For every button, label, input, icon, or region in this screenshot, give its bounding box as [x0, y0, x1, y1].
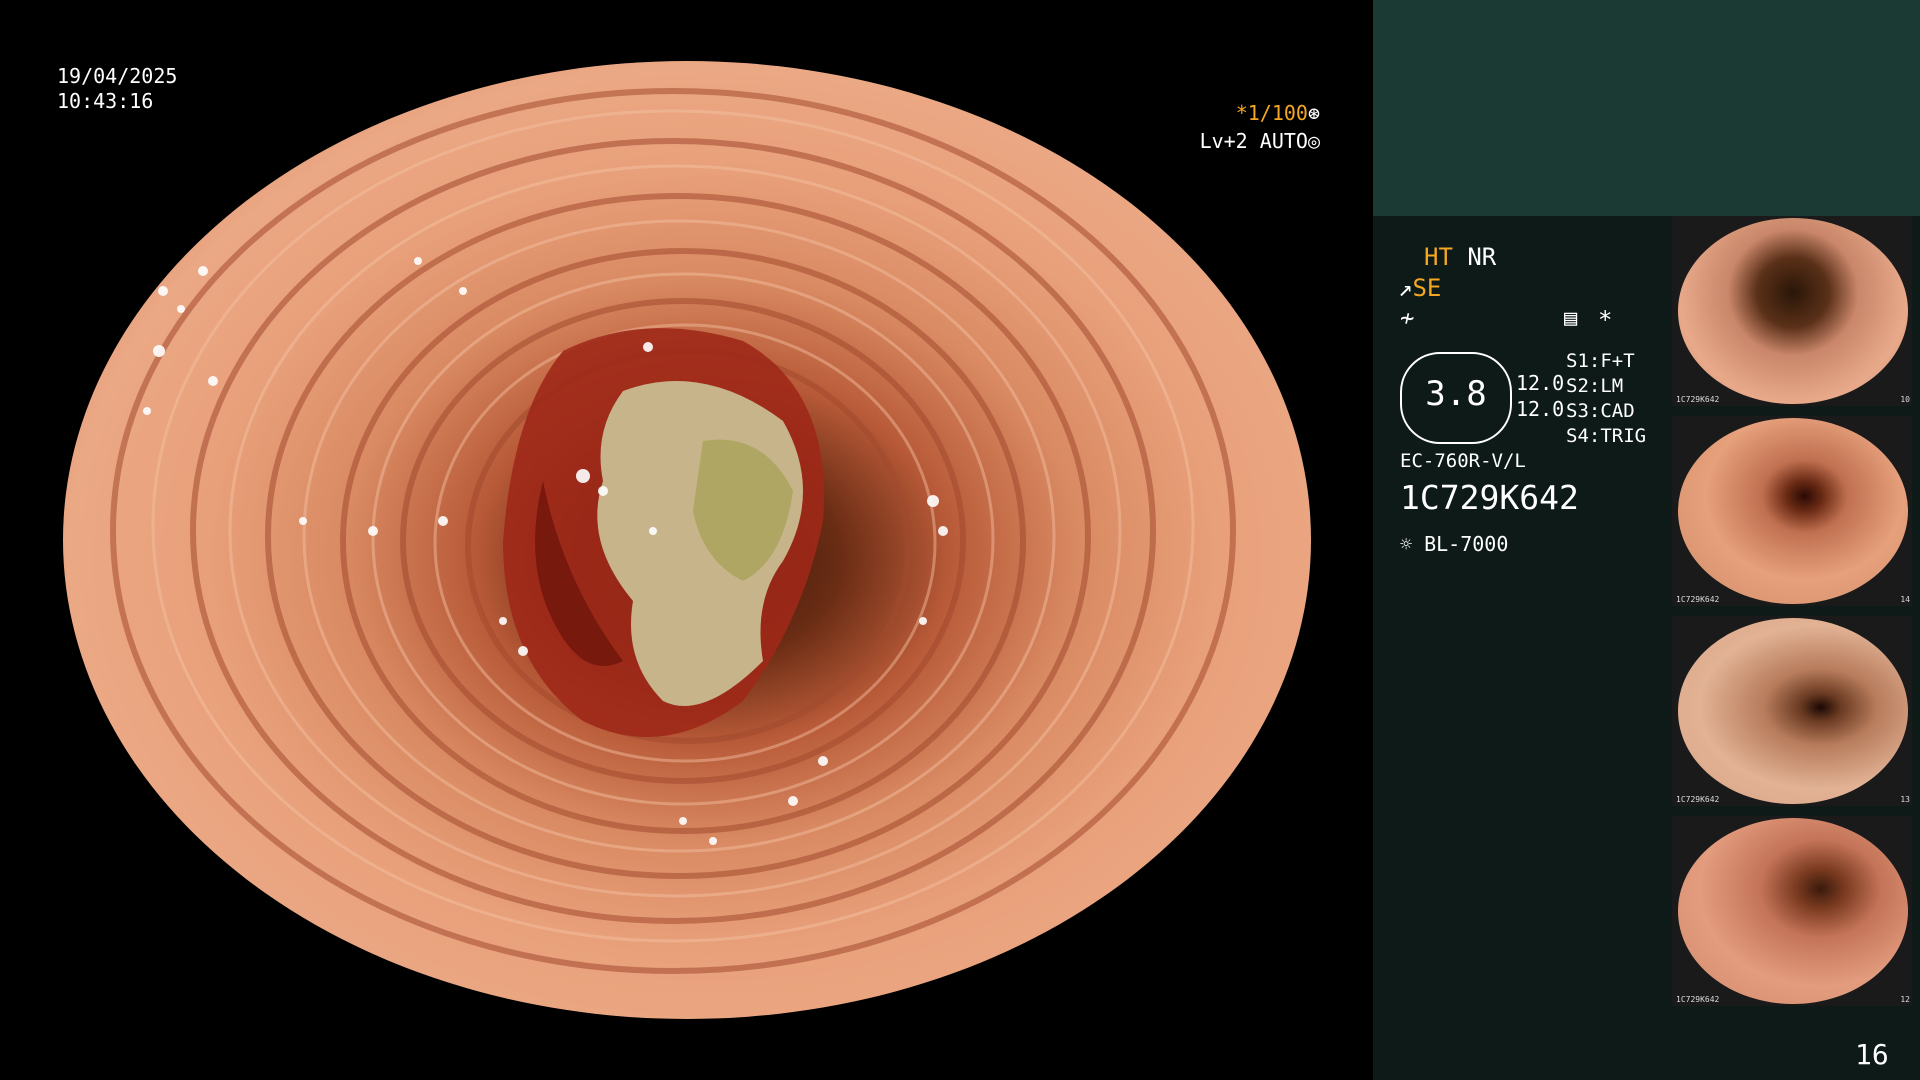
thumbnail-number: 12 — [1900, 995, 1910, 1004]
thumbnail-image — [1678, 818, 1908, 1004]
thumbnail-number: 10 — [1900, 395, 1910, 404]
thumbnail-image — [1678, 218, 1908, 404]
iris-icon: ◎ — [1307, 129, 1320, 153]
page-number: 16 — [1855, 1038, 1889, 1071]
record-icon: ▤ — [1564, 306, 1578, 331]
asterisk-mark: * — [1598, 306, 1613, 334]
switch-key: S1 — [1566, 350, 1589, 372]
thumbnail[interactable]: 1C729K642 12 — [1672, 816, 1912, 1006]
switch-value: F+T — [1600, 350, 1635, 372]
light-source-row: ☼ BL-7000 — [1400, 532, 1508, 556]
scope-model: EC-760R-V/L — [1400, 450, 1526, 472]
thumbnail-label: 1C729K642 — [1676, 395, 1720, 404]
switch-value: CAD — [1600, 400, 1635, 422]
light-icon: ☼ — [1400, 532, 1413, 556]
switch-key: S3 — [1566, 400, 1589, 422]
thumbnail-label: 1C729K642 — [1676, 795, 1720, 804]
switch-value: LM — [1600, 375, 1624, 397]
level-value: Lv+2 — [1199, 129, 1248, 153]
thumbnail-image — [1678, 418, 1908, 604]
thumbnail-image — [1678, 618, 1908, 804]
time-text: 10:43:16 — [57, 89, 154, 113]
structure-icon: ↗ — [1398, 274, 1413, 302]
gauge-value: 3.8 — [1425, 374, 1487, 414]
value-a: 12.0 — [1516, 371, 1565, 395]
panel-header-area — [1373, 0, 1920, 216]
mode-ht: HT — [1424, 243, 1453, 271]
thumbnail-label: 1C729K642 — [1676, 995, 1720, 1004]
aperture-icon: ⊛ — [1307, 101, 1320, 125]
mode-se: SE — [1412, 274, 1442, 302]
thumbnail[interactable]: 1C729K642 10 — [1672, 216, 1912, 406]
thumbnail-label: 1C729K642 — [1676, 595, 1720, 604]
switch-key: S4 — [1566, 425, 1589, 447]
thumbnail[interactable]: 1C729K642 14 — [1672, 416, 1912, 606]
thumbnail-strip: 1C729K642 10 1C729K642 14 1C729K642 13 1… — [1668, 216, 1920, 1016]
endoscope-image — [63, 61, 1311, 1019]
scope-gauge: 3.8 — [1400, 352, 1512, 444]
date-text: 19/04/2025 — [57, 64, 178, 88]
scope-serial: 1C729K642 — [1400, 478, 1579, 517]
enhancement-modes: HT NR — [1424, 242, 1496, 272]
light-source: BL-7000 — [1424, 532, 1509, 556]
se-row: ↗SE — [1398, 273, 1441, 303]
switch-key: S2 — [1566, 375, 1589, 397]
thumbnail[interactable]: 1C729K642 13 — [1672, 616, 1912, 806]
switch-list: S1:F+T S2:LM S3:CAD S4:TRIG — [1566, 350, 1647, 447]
datetime-overlay: 19/04/2025 10:43:16 — [57, 64, 177, 114]
iris-mode: AUTO — [1259, 129, 1308, 153]
mode-nr: NR — [1467, 243, 1497, 271]
shutter-speed: *1/100 — [1235, 101, 1308, 125]
thumbnail-number: 14 — [1900, 595, 1910, 604]
imaging-status: *1/100⊛ Lv+2 AUTO◎ — [1200, 99, 1320, 155]
switch-value: TRIG — [1600, 425, 1647, 447]
contrast-icon: ≁ — [1400, 304, 1415, 332]
thumbnail-number: 13 — [1900, 795, 1910, 804]
value-b: 12.0 — [1516, 397, 1565, 421]
